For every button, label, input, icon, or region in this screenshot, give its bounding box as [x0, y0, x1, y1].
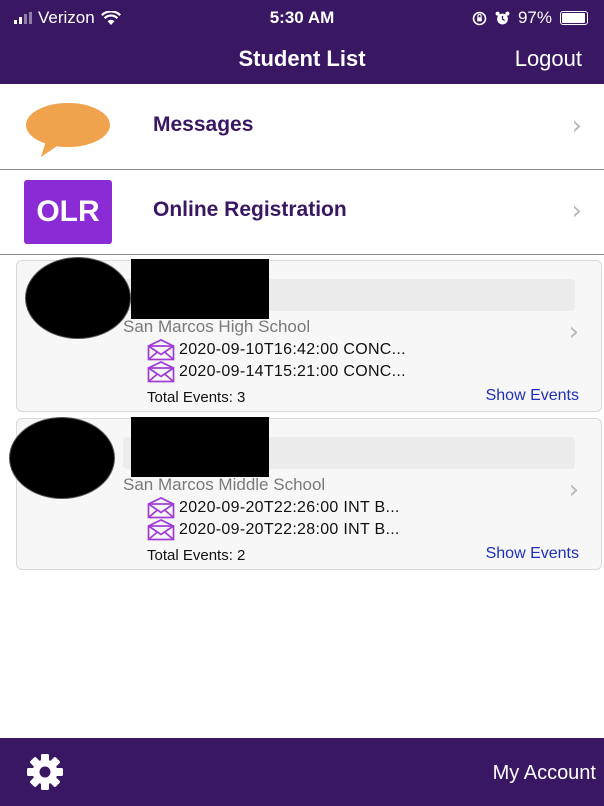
alarm-icon: [495, 11, 510, 24]
my-account-button[interactable]: My Account: [493, 762, 596, 785]
event-label: 2020-09-14T15:21:00 CONC...: [179, 363, 406, 380]
rotation-lock-icon: [472, 11, 487, 25]
avatar: [9, 417, 115, 499]
online-registration-row[interactable]: OLR Online Registration ›: [0, 170, 604, 255]
school-name: San Marcos Middle School: [123, 475, 326, 494]
student-card[interactable]: San Marcos Middle School 2020-09-20T22:2…: [9, 417, 602, 570]
messages-label: Messages: [153, 113, 254, 136]
chevron-right-icon: ›: [571, 111, 582, 141]
show-events-link[interactable]: Show Events: [486, 545, 579, 563]
avatar: [25, 257, 131, 339]
event-item[interactable]: 2020-09-20T22:28:00 INT B...: [147, 519, 400, 541]
event-label: 2020-09-10T16:42:00 CONC...: [179, 341, 406, 358]
event-label: 2020-09-20T22:28:00 INT B...: [179, 521, 400, 538]
envelope-icon: [147, 361, 175, 383]
battery-percent: 97%: [517, 8, 552, 27]
school-name: San Marcos High School: [123, 317, 311, 336]
envelope-icon: [147, 339, 175, 361]
redacted-name: [131, 417, 269, 477]
logout-button[interactable]: Logout: [515, 46, 582, 72]
redacted-name: [131, 259, 269, 319]
event-item[interactable]: 2020-09-14T15:21:00 CONC...: [147, 361, 406, 383]
chevron-right-icon: ›: [568, 317, 579, 347]
event-label: 2020-09-20T22:26:00 INT B...: [179, 499, 400, 516]
student-card[interactable]: San Marcos High School 2020-09-10T16:42:…: [16, 257, 602, 412]
messages-row[interactable]: Messages ›: [0, 85, 604, 170]
envelope-icon: [147, 519, 175, 541]
olr-icon: OLR: [24, 180, 112, 244]
chevron-right-icon: ›: [568, 475, 579, 505]
envelope-icon: [147, 497, 175, 519]
online-registration-label: Online Registration: [153, 198, 347, 221]
gear-icon[interactable]: [26, 753, 64, 791]
tab-bar: My Account: [0, 738, 604, 806]
show-events-link[interactable]: Show Events: [486, 387, 579, 405]
event-item[interactable]: 2020-09-20T22:26:00 INT B...: [147, 497, 400, 519]
battery-icon: [560, 11, 588, 25]
total-events: Total Events: 2: [147, 547, 246, 564]
page-title: Student List: [238, 46, 366, 71]
total-events: Total Events: 3: [147, 389, 246, 406]
event-item[interactable]: 2020-09-10T16:42:00 CONC...: [147, 339, 406, 361]
speech-bubble-icon: [26, 103, 110, 157]
status-bar: Verizon 5:30 AM 97%: [0, 0, 604, 34]
status-right: 97%: [472, 8, 588, 28]
nav-bar: Student List Logout: [0, 34, 604, 84]
chevron-right-icon: ›: [571, 196, 582, 226]
